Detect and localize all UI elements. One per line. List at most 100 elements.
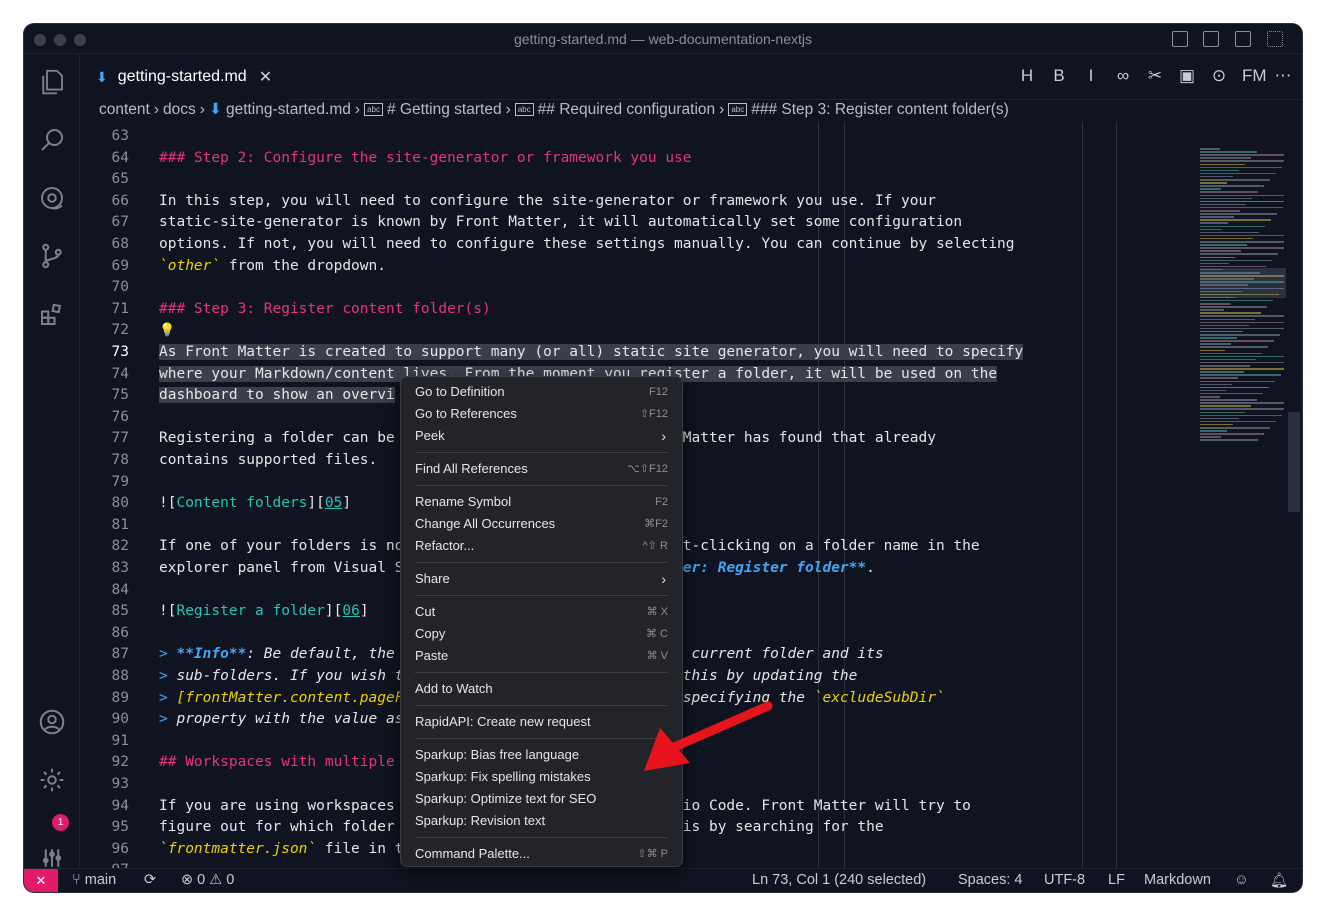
search-icon[interactable]: [36, 124, 68, 156]
line-number: 91: [111, 732, 129, 749]
menu-item-sparkup-bias-free-language[interactable]: Sparkup: Bias free language: [415, 744, 668, 766]
menu-item-command-palette[interactable]: Command Palette... ⇧⌘ P: [415, 843, 668, 865]
customize-layout-icon[interactable]: [1267, 31, 1283, 47]
menu-item-sparkup-optimize-text-for-seo[interactable]: Sparkup: Optimize text for SEO: [415, 788, 668, 810]
more-actions-icon[interactable]: ⋯: [1274, 66, 1292, 86]
branch-name: main: [84, 872, 117, 888]
code-text: options. If not, you will need to config…: [159, 236, 1015, 252]
cursor-position[interactable]: Ln 73, Col 1 (240 selected): [752, 872, 926, 888]
line-number: 67: [111, 214, 129, 231]
cut-icon[interactable]: ✂: [1146, 66, 1164, 86]
line-number: 81: [111, 516, 129, 533]
toggle-sidebar-icon[interactable]: [1172, 31, 1188, 47]
panel-controls-icon[interactable]: [36, 846, 68, 870]
markdown-heading: ## Workspaces with multiple: [159, 754, 395, 771]
menu-item-copy[interactable]: Copy ⌘ C: [415, 623, 668, 645]
breadcrumb-item[interactable]: content: [99, 101, 150, 118]
minimap-line: [1200, 166, 1282, 169]
code-text: ][: [307, 495, 325, 512]
account-icon[interactable]: [36, 706, 68, 738]
minimap-line: [1200, 306, 1267, 308]
minimap-line: [1200, 157, 1251, 159]
end-of-line[interactable]: LF: [1108, 872, 1125, 888]
toggle-secondary-sidebar-icon[interactable]: [1235, 31, 1251, 47]
close-tab-icon[interactable]: ✕: [259, 67, 272, 87]
settings-gear-icon[interactable]: [36, 764, 68, 796]
minimap-viewport[interactable]: [1200, 268, 1286, 298]
heading-icon[interactable]: H: [1018, 66, 1036, 86]
menu-item-rename-symbol[interactable]: Rename Symbol F2: [415, 491, 668, 513]
breadcrumb-item[interactable]: docs: [163, 101, 196, 118]
code-line[interactable]: 67 static-site-generator is known by Fron…: [80, 212, 1176, 234]
menu-item-add-to-watch[interactable]: Add to Watch: [415, 678, 668, 700]
code-text: >: [159, 646, 177, 663]
minimap-line: [1200, 219, 1271, 221]
problems-indicator[interactable]: ⊗ 0 ⚠ 0: [181, 872, 234, 888]
toggle-panel-icon[interactable]: [1203, 31, 1219, 47]
code-line[interactable]: 69 `other` from the dropdown.: [80, 256, 1176, 278]
code-line[interactable]: 72 💡: [80, 320, 1176, 342]
menu-item-peek[interactable]: Peek ›: [415, 425, 668, 447]
menu-item-change-all-occurrences[interactable]: Change All Occurrences ⌘F2: [415, 513, 668, 535]
extensions-icon[interactable]: [36, 298, 68, 330]
source-control-icon[interactable]: [36, 240, 68, 272]
code-text: **Info**: [176, 646, 247, 663]
symbol-string-icon: abc: [728, 103, 748, 116]
snippet-icon[interactable]: ⊙: [1210, 66, 1228, 86]
breadcrumb-item[interactable]: ## Required configuration: [538, 101, 716, 118]
menu-item-sparkup-revision-text[interactable]: Sparkup: Revision text: [415, 810, 668, 832]
explorer-icon[interactable]: [36, 66, 68, 98]
code-line[interactable]: 71 ### Step 3: Register content folder(s): [80, 299, 1176, 321]
menu-item-go-to-definition[interactable]: Go to Definition F12: [415, 381, 668, 403]
menu-item-share[interactable]: Share ›: [415, 568, 668, 590]
minimap-line: [1200, 420, 1276, 423]
breadcrumb: content › docs › ⬇ getting-started.md › abc # Ge…: [80, 100, 1302, 122]
keyboard-shortcut: ⌘ X: [646, 606, 668, 618]
sync-icon[interactable]: ⟳: [144, 872, 156, 888]
line-number: 88: [111, 668, 129, 684]
menu-item-sparkup-fix-spelling-mistakes[interactable]: Sparkup: Fix spelling mistakes: [415, 766, 668, 788]
code-line[interactable]: 70: [80, 277, 1176, 299]
feedback-icon[interactable]: ☺: [1234, 872, 1249, 888]
chevron-right-icon: ›: [661, 428, 666, 444]
breadcrumb-item[interactable]: getting-started.md: [226, 101, 351, 118]
minimap-line: [1200, 352, 1262, 355]
minimap-line: [1200, 194, 1284, 196]
code-line[interactable]: 66 In this step, you will need to configu…: [80, 191, 1176, 213]
code-line[interactable]: 65: [80, 169, 1176, 191]
image-icon[interactable]: ▣: [1178, 66, 1196, 86]
menu-item-label: Sparkup: Optimize text for SEO: [415, 791, 597, 806]
minimap-line: [1200, 433, 1264, 435]
front-matter-logo-icon[interactable]: FM: [1242, 66, 1267, 86]
menu-item-go-to-references[interactable]: Go to References ⇧F12: [415, 403, 668, 425]
menu-item-refactor[interactable]: Refactor... ^⇧ R: [415, 535, 668, 557]
minimap[interactable]: [1176, 122, 1286, 868]
code-line[interactable]: 63: [80, 126, 1176, 148]
link-icon[interactable]: ∞: [1114, 66, 1132, 86]
bold-icon[interactable]: B: [1050, 66, 1068, 86]
language-mode[interactable]: Markdown: [1144, 872, 1211, 888]
scrollbar-thumb[interactable]: [1288, 412, 1300, 512]
code-line[interactable]: 68 options. If not, you will need to conf…: [80, 234, 1176, 256]
remote-indicator[interactable]: ✕: [24, 869, 58, 892]
tab-getting-started[interactable]: ⬇ getting-started.md ✕: [80, 54, 290, 100]
breadcrumb-item[interactable]: ### Step 3: Register content folder(s): [751, 101, 1009, 118]
front-matter-icon[interactable]: [36, 182, 68, 214]
menu-item-cut[interactable]: Cut ⌘ X: [415, 601, 668, 623]
indentation[interactable]: Spaces: 4: [958, 872, 1023, 888]
menu-item-find-all-references[interactable]: Find All References ⌥⇧F12: [415, 458, 668, 480]
encoding[interactable]: UTF-8: [1044, 872, 1085, 888]
italic-icon[interactable]: I: [1082, 66, 1100, 86]
code-line[interactable]: 73 As Front Matter is created to support …: [80, 342, 1176, 364]
breadcrumb-item[interactable]: # Getting started: [387, 101, 502, 118]
menu-item-rapidapi-create-new-request[interactable]: RapidAPI: Create new request: [415, 711, 668, 733]
menu-item-label: Rename Symbol: [415, 494, 512, 509]
menu-item-label: Peek: [415, 428, 445, 443]
vertical-scrollbar[interactable]: [1286, 122, 1302, 868]
branch-item[interactable]: ⑂ main: [72, 872, 116, 888]
minimap-line: [1200, 374, 1281, 376]
lightbulb-icon[interactable]: 💡: [159, 323, 175, 338]
code-line[interactable]: 64 ### Step 2: Configure the site-generat…: [80, 148, 1176, 170]
menu-item-paste[interactable]: Paste ⌘ V: [415, 645, 668, 667]
notifications-bell-icon[interactable]: 🔔︎: [1270, 872, 1288, 889]
